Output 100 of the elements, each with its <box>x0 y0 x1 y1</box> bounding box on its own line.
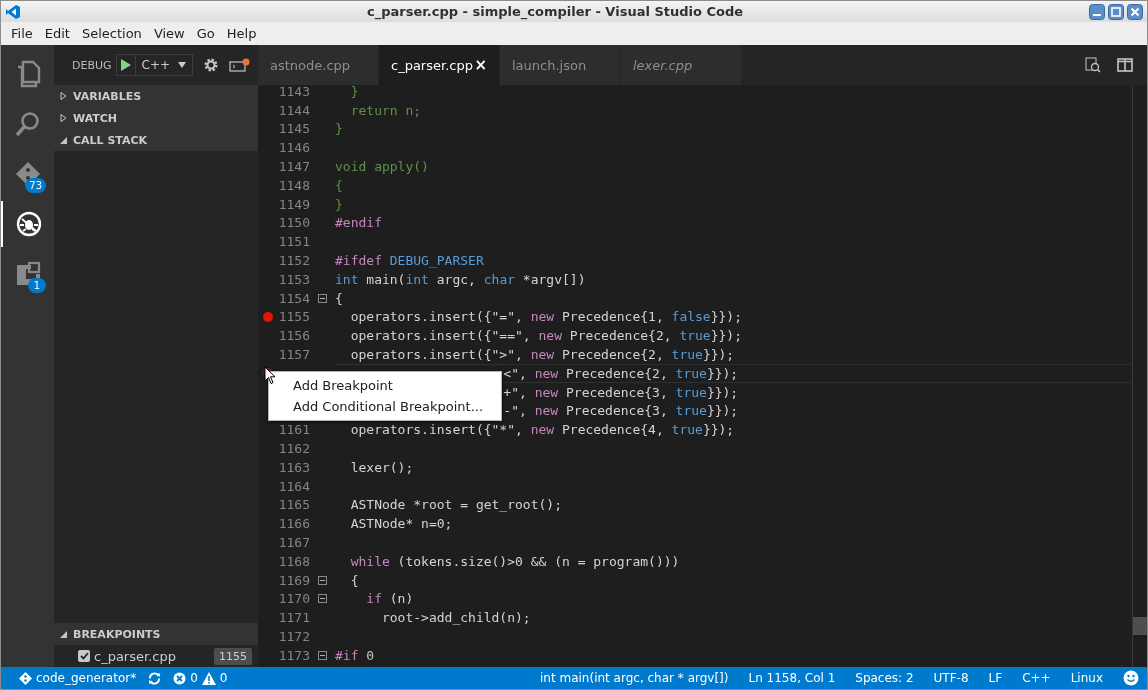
warning-count: 0 <box>219 671 228 685</box>
code-line: #ifdef DEBUG_PARSER <box>335 253 484 269</box>
count-badge: 73 <box>25 178 46 193</box>
line-number: 1145 <box>278 121 310 137</box>
code-line: +", new Precedence{3, true}}); <box>503 384 739 400</box>
section-title: VARIABLES <box>73 89 142 103</box>
section-title: BREAKPOINTS <box>73 627 161 641</box>
breakpoint-item[interactable]: c_parser.cpp 1155 <box>54 645 258 667</box>
fold-icon[interactable] <box>318 594 327 604</box>
sync-icon[interactable] <box>148 671 162 685</box>
search-icon <box>14 111 41 137</box>
menu-item[interactable]: Edit <box>38 24 76 43</box>
line-number: 1161 <box>278 422 310 438</box>
editor-tab[interactable]: lexer.cpp <box>621 45 741 85</box>
activity-bar-item[interactable]: 73 <box>1 151 54 197</box>
caret-icon <box>178 62 187 68</box>
collapse-icon <box>60 630 67 638</box>
settings-icon[interactable] <box>203 57 220 73</box>
editor-tab[interactable]: c_parser.cpp× <box>379 45 499 85</box>
editor-tab[interactable]: launch.json <box>500 45 620 85</box>
menu-item[interactable]: Add Conditional Breakpoint... <box>269 396 502 417</box>
line-number: 1149 <box>278 196 310 212</box>
line-number: 1154 <box>278 290 310 306</box>
code-line: operators.insert({">", new Precedence{2, true}}); <box>349 347 735 363</box>
line-number: 1151 <box>278 234 310 250</box>
expand-icon <box>60 92 67 100</box>
code-line: ASTNode *root = get_root(); <box>349 497 562 513</box>
status-item[interactable]: UTF-8 <box>933 671 969 685</box>
code-line: { <box>349 572 359 588</box>
section-header[interactable]: BREAKPOINTS <box>54 623 258 645</box>
status-item[interactable]: Ln 1158, Col 1 <box>748 671 836 685</box>
git-icon <box>19 671 32 685</box>
section-header[interactable]: CALL STACK <box>54 129 258 151</box>
code-line: root->add_child(n); <box>380 610 531 626</box>
activity-bar-item[interactable]: 1 <box>1 251 54 297</box>
status-item[interactable]: LF <box>988 671 1003 685</box>
line-number: 1146 <box>278 140 310 156</box>
section-header[interactable]: WATCH <box>54 107 258 129</box>
line-number: 1153 <box>278 271 310 287</box>
menu-item[interactable]: Help <box>220 24 263 43</box>
line-number: 1166 <box>278 516 310 532</box>
minimize-icon[interactable] <box>1089 3 1105 20</box>
code-line: #if 0 <box>335 647 375 663</box>
section-title: CALL STACK <box>73 133 148 147</box>
code-line: -", new Precedence{3, true}}); <box>503 403 739 419</box>
section-title: WATCH <box>73 111 118 125</box>
section-header[interactable]: VARIABLES <box>54 85 258 107</box>
split-editor-icon[interactable] <box>1117 58 1133 72</box>
line-number: 1147 <box>278 159 310 175</box>
code-line: { <box>335 177 343 193</box>
line-number: 1171 <box>278 610 310 626</box>
menu-item[interactable]: Selection <box>75 24 148 43</box>
line-number: 1148 <box>278 177 310 193</box>
console-icon[interactable] <box>229 57 252 73</box>
close-icon[interactable] <box>1127 3 1143 20</box>
line-number-badge: 1155 <box>214 647 252 665</box>
smiley-icon[interactable] <box>1123 670 1139 686</box>
code-line: #endif <box>335 215 382 231</box>
close-tab-icon[interactable]: × <box>474 56 487 74</box>
app-logo-icon <box>5 3 21 20</box>
line-number: 1150 <box>278 215 310 231</box>
line-number: 1172 <box>278 629 310 644</box>
code-line: ASTNode* n=0; <box>349 516 453 532</box>
status-item[interactable]: Linux <box>1070 671 1103 685</box>
status-item[interactable]: Spaces: 2 <box>855 671 914 685</box>
code-line: } <box>349 85 359 99</box>
line-number: 1162 <box>278 441 310 457</box>
breakpoint-icon[interactable] <box>263 311 273 322</box>
fold-icon[interactable] <box>318 650 327 660</box>
line-number: 1165 <box>278 497 310 513</box>
code-line: operators.insert({"*", new Precedence{4, true}}); <box>349 422 735 438</box>
menu-item[interactable]: Go <box>190 24 221 43</box>
scrollbar[interactable] <box>1132 85 1147 667</box>
line-number: 1173 <box>278 647 310 663</box>
problems-status[interactable]: 0 0 <box>173 671 228 685</box>
window-title: c_parser.cpp - simple_compiler - Visual Studio Code <box>365 4 745 19</box>
code-line: { <box>335 290 343 306</box>
maximize-icon[interactable] <box>1108 3 1124 20</box>
play-icon <box>120 59 131 71</box>
menu-item[interactable]: File <box>5 24 39 43</box>
warning-icon <box>201 671 216 685</box>
error-count: 0 <box>190 671 198 685</box>
editor-tab[interactable]: astnode.cpp <box>258 45 378 85</box>
file-name: c_parser.cpp <box>94 648 177 664</box>
status-item[interactable]: int main(int argc, char * argv[]) <box>540 671 729 685</box>
line-number: 1155 <box>278 309 310 325</box>
fold-icon[interactable] <box>318 293 327 303</box>
expand-icon <box>60 114 67 122</box>
collapse-icon <box>60 136 67 144</box>
open-changes-icon[interactable] <box>1085 57 1101 73</box>
code-line: if (n) <box>365 591 414 607</box>
line-number: 1170 <box>278 591 310 607</box>
code-line: operators.insert({"=", new Precedence{1, false}}); <box>349 309 742 325</box>
code-line: operators.insert({"==", new Precedence{2, true}}); <box>349 328 742 344</box>
menu-item[interactable]: View <box>147 24 191 43</box>
fold-icon[interactable] <box>318 575 327 585</box>
checkbox[interactable] <box>78 650 90 662</box>
line-number: 1144 <box>278 102 310 118</box>
status-item[interactable]: C++ <box>1022 671 1051 685</box>
code-line: void apply() <box>335 159 429 175</box>
